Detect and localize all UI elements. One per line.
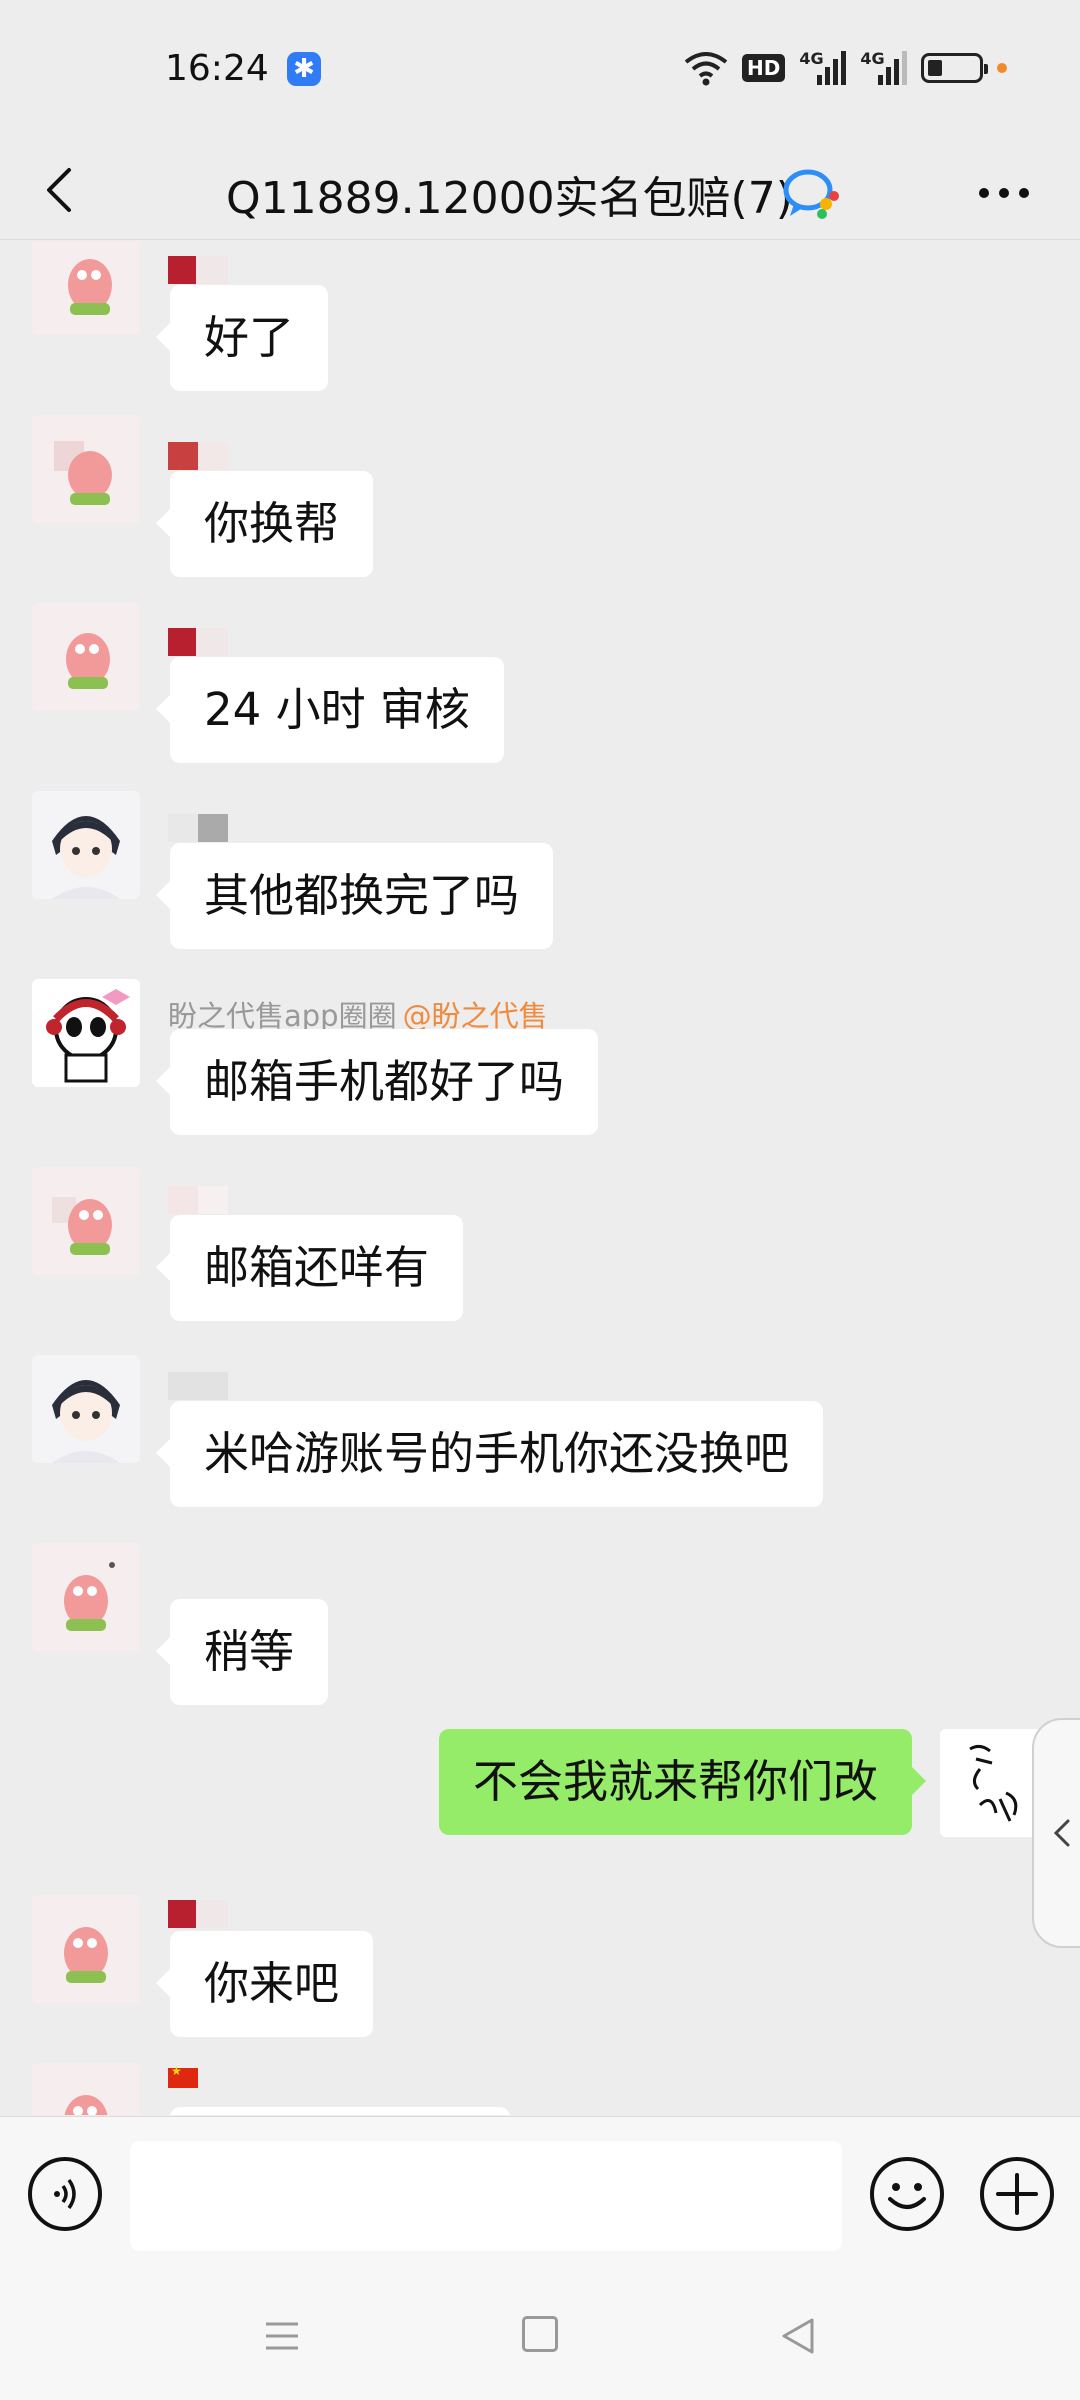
home-icon[interactable] [522, 2316, 558, 2352]
more-dots-icon [979, 188, 1029, 198]
redacted-name [168, 256, 228, 284]
avatar[interactable] [32, 415, 140, 523]
message-bubble[interactable]: 好了 [155, 285, 329, 391]
more-actions-button[interactable] [980, 2157, 1054, 2231]
my-message-bubble[interactable]: 不会我就来帮你们改 [438, 1729, 927, 1835]
chevron-left-icon [47, 168, 71, 212]
message-bubble[interactable] [170, 2107, 510, 2115]
sender-name [168, 2063, 198, 2093]
sender-name [168, 1371, 228, 1401]
avatar[interactable] [32, 1167, 140, 1275]
status-icons: HD 4G 4G [684, 48, 1008, 88]
voice-input-button[interactable] [28, 2157, 102, 2231]
sender-name [168, 1185, 228, 1215]
hd-icon: HD [742, 48, 786, 88]
group-chat-badge-icon [782, 166, 842, 220]
message-input[interactable] [130, 2141, 842, 2251]
sender-name [168, 627, 228, 657]
sender-name [168, 255, 228, 285]
back-button[interactable] [30, 162, 86, 218]
side-panel-toggle[interactable] [1032, 1718, 1080, 1948]
smiley-icon [888, 2183, 926, 2209]
redacted-name [168, 442, 228, 470]
signal-icon-2: 4G [860, 49, 908, 85]
message-bubble[interactable]: 你来吧 [155, 1931, 374, 2037]
avatar[interactable] [32, 241, 140, 335]
input-bar [0, 2116, 1080, 2276]
message-bubble[interactable]: 稍等 [155, 1599, 329, 1705]
wifi-icon [684, 48, 728, 88]
chat-header: Q11889.12000实名包赔(7) [0, 140, 1080, 240]
chat-title: Q11889.12000实名包赔(7) [226, 173, 793, 224]
avatar[interactable] [32, 1895, 140, 2003]
signal-icon-1: 4G [799, 49, 847, 85]
indicator-dot [997, 63, 1008, 73]
avatar[interactable] [32, 979, 140, 1087]
avatar[interactable] [32, 1355, 140, 1463]
redacted-name [168, 1900, 228, 1928]
chevron-left-icon [1053, 1819, 1070, 1847]
redacted-name [168, 1372, 228, 1400]
message-bubble[interactable]: 邮箱还咩有 [155, 1215, 464, 1321]
emoji-button[interactable] [870, 2157, 944, 2231]
redacted-name [168, 814, 228, 842]
system-nav-bar [0, 2276, 1080, 2400]
avatar[interactable] [32, 791, 140, 899]
voice-icon [54, 2178, 76, 2210]
redacted-name [168, 628, 228, 656]
battery-icon [921, 53, 989, 83]
sender-name [168, 813, 228, 843]
message-bubble[interactable]: 你换帮 [155, 471, 374, 577]
avatar[interactable] [32, 2063, 140, 2115]
message-bubble[interactable]: 其他都换完了吗 [155, 843, 554, 949]
avatar[interactable] [32, 603, 140, 711]
plus-icon [996, 2173, 1038, 2215]
avatar[interactable] [32, 1543, 140, 1651]
back-triangle-icon[interactable] [778, 2316, 818, 2356]
status-time: 16:24 [165, 48, 269, 89]
message-bubble[interactable]: 米哈游账号的手机你还没换吧 [155, 1401, 824, 1507]
sender-name [168, 1899, 228, 1929]
redacted-name [168, 1186, 228, 1214]
message-bubble[interactable]: 24 小时 审核 [156, 657, 504, 763]
notification-app-icon: ✱ [287, 52, 321, 86]
recent-apps-icon[interactable] [262, 2316, 302, 2356]
more-options-button[interactable] [974, 168, 1034, 218]
message-bubble[interactable]: 邮箱手机都好了吗 [155, 1029, 599, 1135]
chat-message-list[interactable]: 好了 你换帮 24 小时 审核 其他都换完了吗 盼之代售app圈圈 @盼之代售 邮… [0, 241, 1080, 2115]
sender-name [168, 441, 228, 471]
sender-name: 盼之代售app圈圈 @盼之代售 [168, 999, 548, 1033]
flag-icon [168, 2064, 198, 2088]
status-bar: 16:24 ✱ HD 4G 4G [0, 0, 1080, 140]
